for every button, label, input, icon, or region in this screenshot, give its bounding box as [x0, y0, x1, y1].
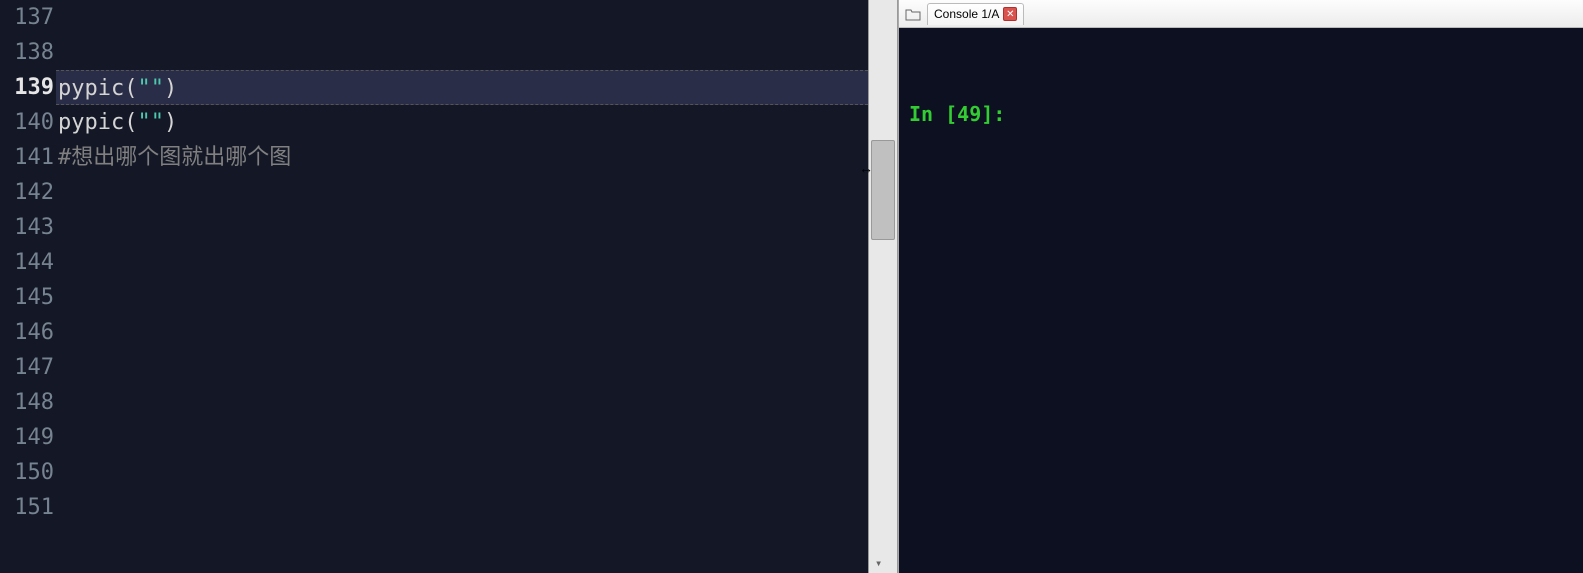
line-number: 146	[0, 315, 56, 350]
prompt-in-label: In [	[909, 102, 957, 126]
token-paren: )	[164, 76, 177, 101]
console-pane: Console 1/A ✕ In [49]:	[898, 0, 1583, 573]
line-number: 149	[0, 420, 56, 455]
token-paren: )	[164, 110, 177, 135]
line-number: 151	[0, 490, 56, 525]
token-func: pypic	[58, 110, 124, 135]
folder-icon[interactable]	[905, 7, 921, 21]
console-prompt: In [49]:	[909, 102, 1583, 126]
line-number: 142	[0, 175, 56, 210]
code-line-active[interactable]: pypic("")	[56, 70, 868, 105]
console-tab[interactable]: Console 1/A ✕	[927, 3, 1024, 25]
line-number: 150	[0, 455, 56, 490]
token-paren: (	[124, 110, 137, 135]
line-number: 145	[0, 280, 56, 315]
scroll-down-arrow-icon[interactable]: ▾	[875, 556, 882, 571]
line-number-active: 139	[0, 70, 56, 105]
code-line[interactable]	[56, 245, 868, 280]
code-line[interactable]	[56, 175, 868, 210]
line-number: 144	[0, 245, 56, 280]
code-line[interactable]	[56, 385, 868, 420]
token-string: ""	[137, 76, 164, 101]
token-string: ""	[137, 110, 164, 135]
line-number: 138	[0, 35, 56, 70]
line-number: 140	[0, 105, 56, 140]
code-line[interactable]: pypic("")	[56, 105, 868, 140]
code-area[interactable]: pypic("") pypic("") #想出哪个图就出哪个图	[56, 0, 868, 573]
console-tab-bar: Console 1/A ✕	[899, 0, 1583, 28]
close-icon[interactable]: ✕	[1003, 7, 1017, 21]
line-number: 143	[0, 210, 56, 245]
editor-pane[interactable]: 137 138 139 140 141 142 143 144 145 146 …	[0, 0, 868, 573]
token-comment: #想出哪个图就出哪个图	[58, 145, 291, 170]
token-func: pypic	[58, 76, 124, 101]
code-line[interactable]	[56, 35, 868, 70]
ide-container: 137 138 139 140 141 142 143 144 145 146 …	[0, 0, 1583, 573]
editor-scrollbar[interactable]: ▾	[869, 0, 897, 573]
scrollbar-thumb[interactable]	[871, 140, 895, 240]
line-number: 141	[0, 140, 56, 175]
line-number: 137	[0, 0, 56, 35]
console-tab-label: Console 1/A	[934, 7, 999, 21]
token-paren: (	[124, 76, 137, 101]
prompt-number: 49	[957, 102, 981, 126]
code-line[interactable]	[56, 420, 868, 455]
code-line[interactable]: #想出哪个图就出哪个图	[56, 140, 868, 175]
code-line[interactable]	[56, 455, 868, 490]
code-line[interactable]	[56, 210, 868, 245]
code-line[interactable]	[56, 0, 868, 35]
code-line[interactable]	[56, 280, 868, 315]
line-number-gutter: 137 138 139 140 141 142 143 144 145 146 …	[0, 0, 56, 573]
console-body[interactable]: In [49]:	[899, 28, 1583, 573]
code-line[interactable]	[56, 315, 868, 350]
line-number: 148	[0, 385, 56, 420]
code-line[interactable]	[56, 490, 868, 525]
line-number: 147	[0, 350, 56, 385]
prompt-close-label: ]:	[981, 102, 1005, 126]
pane-splitter[interactable]: ▾ ↔	[868, 0, 898, 573]
code-line[interactable]	[56, 350, 868, 385]
